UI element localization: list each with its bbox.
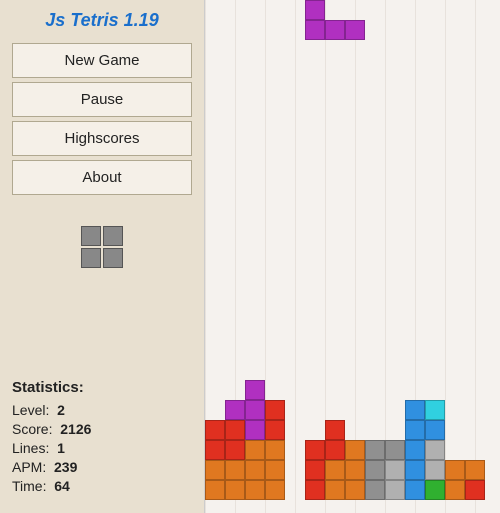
score-value: 2126 [60,421,91,437]
apm-row: APM: 239 [12,459,192,475]
tetris-block [265,480,285,500]
time-row: Time: 64 [12,478,192,494]
score-row: Score: 2126 [12,421,192,437]
tetris-block [225,480,245,500]
tetris-block [365,460,385,480]
tetris-block [305,0,325,20]
time-label: Time: [12,478,46,494]
tetris-block [385,460,405,480]
tetris-block [345,440,365,460]
tetris-block [225,440,245,460]
tetris-block [265,420,285,440]
np-cell-1 [81,226,101,246]
level-row: Level: 2 [12,402,192,418]
tetris-block [225,420,245,440]
np-cell-2 [103,226,123,246]
tetris-block [245,400,265,420]
tetris-block [245,440,265,460]
tetris-block [405,440,425,460]
tetris-block [365,480,385,500]
game-board [205,0,500,513]
tetris-block [445,460,465,480]
tetris-block [205,420,225,440]
tetris-block [245,420,265,440]
tetris-block [225,460,245,480]
tetris-block [305,460,325,480]
tetris-block [225,400,245,420]
tetris-block [385,440,405,460]
tetris-block [325,460,345,480]
tetris-block [265,460,285,480]
lines-label: Lines: [12,440,49,456]
highscores-button[interactable]: Highscores [12,121,192,156]
tetris-block [365,440,385,460]
stats-section: Statistics: Level: 2 Score: 2126 Lines: … [12,379,192,503]
level-label: Level: [12,402,49,418]
tetris-block [405,480,425,500]
next-piece-grid [81,226,123,268]
tetris-block [245,480,265,500]
tetris-block [345,480,365,500]
tetris-block [385,480,405,500]
np-cell-4 [103,248,123,268]
next-piece-preview [72,217,132,277]
tetris-block [305,480,325,500]
tetris-block [205,460,225,480]
np-cell-3 [81,248,101,268]
time-value: 64 [54,478,70,494]
about-button[interactable]: About [12,160,192,195]
tetris-block [445,480,465,500]
new-game-button[interactable]: New Game [12,43,192,78]
tetris-block [425,480,445,500]
sidebar: Js Tetris 1.19 New Game Pause Highscores… [0,0,205,513]
tetris-block [245,380,265,400]
tetris-block [465,480,485,500]
app-title: Js Tetris 1.19 [12,10,192,31]
stats-title: Statistics: [12,379,192,396]
tetris-block [405,400,425,420]
pause-button[interactable]: Pause [12,82,192,117]
apm-value: 239 [54,459,77,475]
tetris-block [325,440,345,460]
apm-label: APM: [12,459,46,475]
tetris-block [205,480,225,500]
tetris-block [405,420,425,440]
tetris-block [305,20,325,40]
tetris-block [325,420,345,440]
tetris-block [265,400,285,420]
board-canvas [205,0,500,513]
score-label: Score: [12,421,52,437]
tetris-block [265,440,285,460]
lines-value: 1 [57,440,65,456]
tetris-block [465,460,485,480]
tetris-block [425,460,445,480]
level-value: 2 [57,402,65,418]
tetris-block [245,460,265,480]
tetris-block [305,440,325,460]
tetris-block [345,460,365,480]
tetris-block [425,440,445,460]
tetris-block [425,420,445,440]
tetris-block [345,20,365,40]
tetris-block [325,480,345,500]
tetris-block [325,20,345,40]
tetris-block [205,440,225,460]
tetris-block [405,460,425,480]
lines-row: Lines: 1 [12,440,192,456]
tetris-block [425,400,445,420]
